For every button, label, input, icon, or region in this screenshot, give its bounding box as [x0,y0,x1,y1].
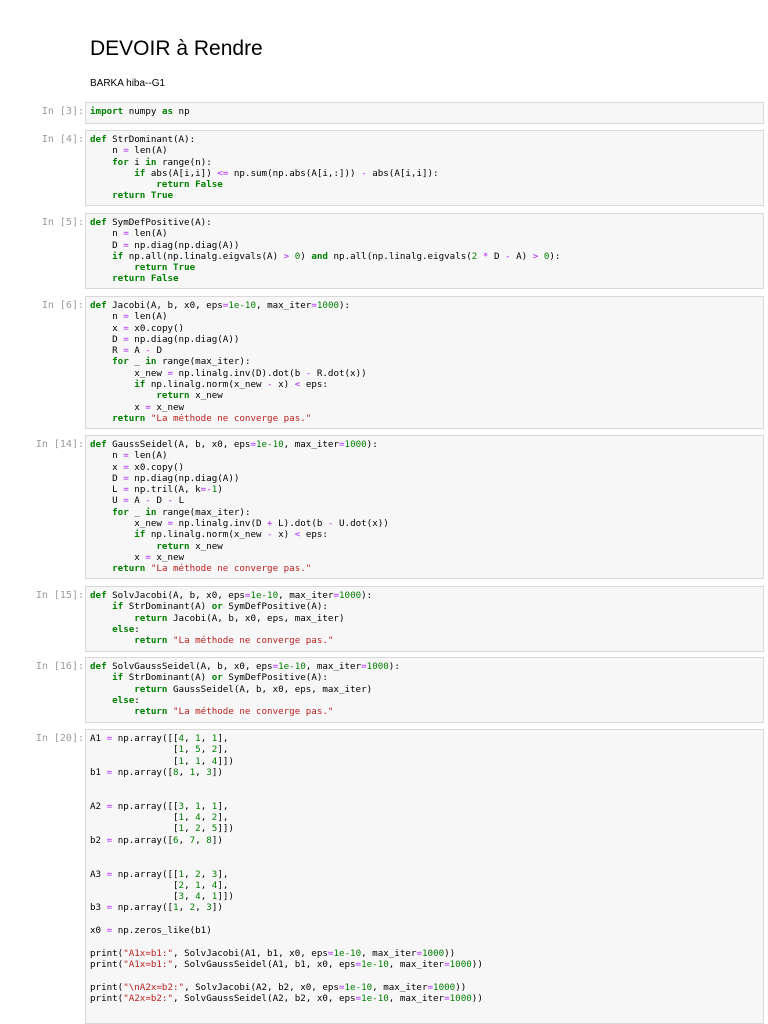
cell-prompt: In [6]: [41,300,84,311]
code-text: import numpy as np [90,106,190,117]
code-text: A1 = np.array([[4, 1, 1], [1, 5, 2], [1,… [90,733,483,1004]
cell-prompt: In [16]: [35,661,84,672]
cell-prompt: In [20]: [35,733,84,744]
page-title: DEVOIR à Rendre [90,37,263,60]
cell-prompt: In [4]: [41,134,84,145]
code-input-area[interactable]: def SolvGaussSeidel(A, b, x0, eps=1e-10,… [85,657,764,723]
cell-prompt: In [3]: [41,106,84,117]
code-input-area[interactable]: import numpy as np [85,102,764,124]
code-input-area[interactable]: def SymDefPositive(A): n = len(A) D = np… [85,213,764,289]
code-input-area[interactable]: A1 = np.array([[4, 1, 1], [1, 5, 2], [1,… [85,729,764,1024]
code-text: def SolvGaussSeidel(A, b, x0, eps=1e-10,… [90,661,400,718]
code-text: def GaussSeidel(A, b, x0, eps=1e-10, max… [90,439,389,575]
cell-prompt: In [14]: [35,439,84,450]
code-text: def SymDefPositive(A): n = len(A) D = np… [90,217,561,285]
code-input-area[interactable]: def GaussSeidel(A, b, x0, eps=1e-10, max… [85,435,764,579]
code-text: def StrDominant(A): n = len(A) for i in … [90,134,439,202]
cell-prompt: In [15]: [35,590,84,601]
cell-prompt: In [5]: [41,217,84,228]
code-input-area[interactable]: def StrDominant(A): n = len(A) for i in … [85,130,764,206]
code-input-area[interactable]: def SolvJacobi(A, b, x0, eps=1e-10, max_… [85,586,764,652]
code-text: def Jacobi(A, b, x0, eps=1e-10, max_iter… [90,300,367,424]
code-text: def SolvJacobi(A, b, x0, eps=1e-10, max_… [90,590,373,647]
author-line: BARKA hiba--G1 [90,78,166,89]
code-input-area[interactable]: def Jacobi(A, b, x0, eps=1e-10, max_iter… [85,296,764,429]
